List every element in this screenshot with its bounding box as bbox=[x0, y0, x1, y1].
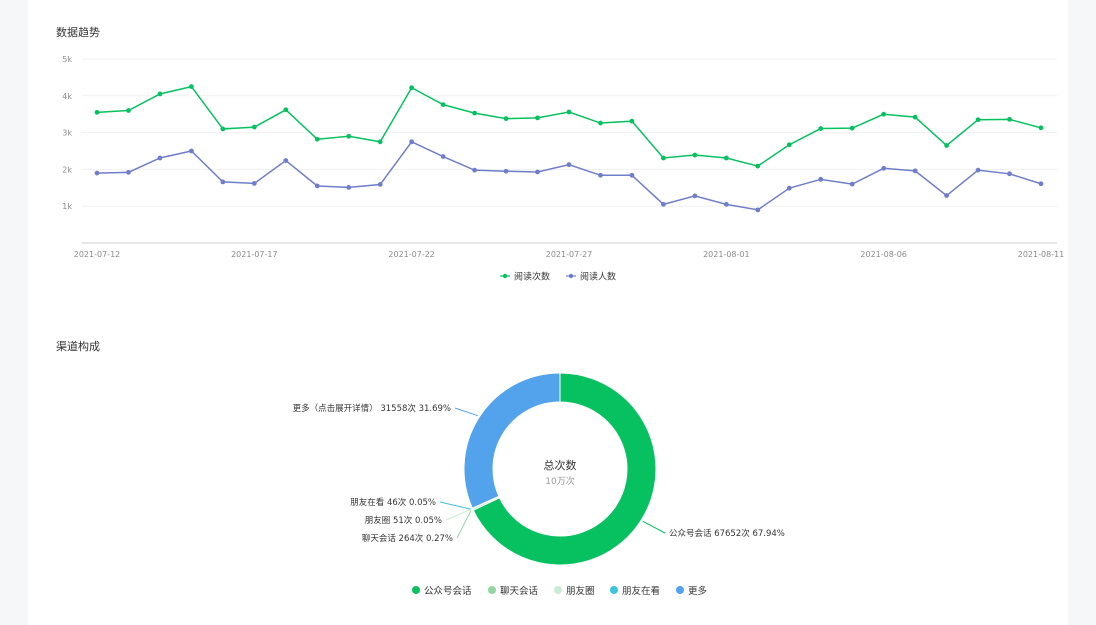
data-point[interactable] bbox=[566, 162, 572, 168]
x-tick-label: 2021-08-06 bbox=[860, 250, 907, 259]
data-point[interactable] bbox=[1007, 171, 1012, 177]
data-point[interactable] bbox=[692, 193, 698, 199]
legend-item[interactable]: 更多 bbox=[688, 585, 707, 597]
legend-item[interactable]: 聊天会话 bbox=[500, 585, 539, 597]
x-tick-label: 2021-08-11 bbox=[1018, 250, 1065, 259]
data-point[interactable] bbox=[912, 114, 918, 120]
y-tick-label: 5k bbox=[62, 55, 72, 64]
data-point[interactable] bbox=[251, 180, 257, 186]
data-point[interactable] bbox=[1038, 125, 1044, 131]
legend-item[interactable]: 朋友圈 bbox=[566, 585, 595, 597]
data-point[interactable] bbox=[440, 102, 446, 108]
data-point[interactable] bbox=[944, 193, 949, 198]
legend-dot bbox=[488, 586, 496, 594]
data-point[interactable] bbox=[566, 109, 572, 115]
x-tick-label: 2021-08-01 bbox=[703, 250, 750, 259]
data-point[interactable] bbox=[1007, 116, 1012, 122]
data-point[interactable] bbox=[283, 107, 289, 113]
data-point[interactable] bbox=[189, 84, 194, 89]
data-point[interactable] bbox=[314, 183, 320, 189]
channel-section-title: 渠道构成 bbox=[56, 340, 100, 353]
data-point[interactable] bbox=[189, 148, 194, 154]
legend-item[interactable]: 公众号会话 bbox=[424, 585, 472, 597]
data-point[interactable] bbox=[535, 115, 540, 121]
data-point[interactable] bbox=[629, 118, 635, 124]
x-tick-label: 2021-07-17 bbox=[231, 250, 278, 259]
data-point[interactable] bbox=[849, 181, 855, 187]
data-point[interactable] bbox=[818, 126, 824, 131]
data-point[interactable] bbox=[881, 111, 887, 117]
data-point[interactable] bbox=[157, 155, 163, 161]
data-point[interactable] bbox=[94, 170, 100, 176]
data-point[interactable] bbox=[755, 163, 761, 169]
data-point[interactable] bbox=[818, 176, 824, 182]
data-point[interactable] bbox=[346, 185, 352, 190]
legend-item[interactable]: 朋友在看 bbox=[622, 585, 660, 597]
data-point[interactable] bbox=[692, 152, 698, 158]
y-tick-label: 1k bbox=[62, 202, 72, 211]
data-point[interactable] bbox=[503, 168, 509, 174]
trend-line-chart: 1k 2k 3k 4k 5k 2021-07-12 2021-07-17 2021-07-22… bbox=[62, 55, 1065, 283]
data-point[interactable] bbox=[126, 108, 131, 113]
data-point[interactable] bbox=[409, 139, 415, 145]
series-line-reads bbox=[96, 85, 1042, 167]
series-line-readers bbox=[96, 140, 1042, 211]
data-point[interactable] bbox=[661, 155, 666, 161]
data-point[interactable] bbox=[849, 125, 855, 131]
legend-dot bbox=[676, 586, 684, 594]
data-point[interactable] bbox=[472, 110, 477, 116]
data-point[interactable] bbox=[944, 143, 949, 148]
data-point[interactable] bbox=[283, 158, 289, 163]
data-point[interactable] bbox=[503, 116, 509, 122]
data-point[interactable] bbox=[535, 169, 540, 175]
data-point[interactable] bbox=[786, 142, 792, 148]
y-tick-label: 2k bbox=[62, 165, 72, 174]
data-point[interactable] bbox=[377, 182, 383, 187]
data-point[interactable] bbox=[1038, 181, 1044, 187]
data-point[interactable] bbox=[661, 201, 666, 207]
data-point[interactable] bbox=[157, 91, 163, 97]
data-point[interactable] bbox=[786, 185, 792, 191]
legend-label[interactable]: 阅读人数 bbox=[580, 271, 616, 283]
legend-marker bbox=[502, 273, 508, 279]
data-point[interactable] bbox=[314, 136, 320, 142]
data-point[interactable] bbox=[94, 109, 100, 115]
data-point[interactable] bbox=[346, 133, 352, 139]
legend-marker bbox=[568, 273, 574, 279]
data-point[interactable] bbox=[975, 117, 981, 123]
data-point[interactable] bbox=[629, 172, 635, 178]
data-point[interactable] bbox=[975, 167, 981, 173]
x-tick-label: 2021-07-22 bbox=[388, 250, 435, 259]
x-tick-label: 2021-07-27 bbox=[546, 250, 593, 259]
data-point[interactable] bbox=[220, 179, 226, 185]
legend-dot bbox=[412, 586, 420, 594]
data-point[interactable] bbox=[598, 120, 603, 126]
x-tick-label: 2021-07-12 bbox=[74, 250, 121, 259]
legend-dot bbox=[610, 586, 618, 594]
data-point[interactable] bbox=[440, 154, 446, 159]
data-point[interactable] bbox=[755, 207, 761, 213]
data-point[interactable] bbox=[251, 124, 257, 130]
y-tick-label: 3k bbox=[62, 129, 72, 138]
data-point[interactable] bbox=[472, 167, 477, 173]
y-tick-label: 4k bbox=[62, 92, 72, 101]
legend-dot bbox=[554, 586, 562, 594]
data-point[interactable] bbox=[126, 169, 131, 175]
legend-label[interactable]: 阅读次数 bbox=[514, 271, 550, 283]
data-point[interactable] bbox=[881, 165, 887, 171]
data-point[interactable] bbox=[377, 139, 383, 145]
data-point[interactable] bbox=[723, 201, 729, 207]
data-point[interactable] bbox=[912, 168, 918, 174]
data-point[interactable] bbox=[598, 172, 603, 178]
data-point[interactable] bbox=[409, 85, 415, 91]
data-point[interactable] bbox=[723, 155, 729, 161]
data-point[interactable] bbox=[220, 126, 226, 132]
